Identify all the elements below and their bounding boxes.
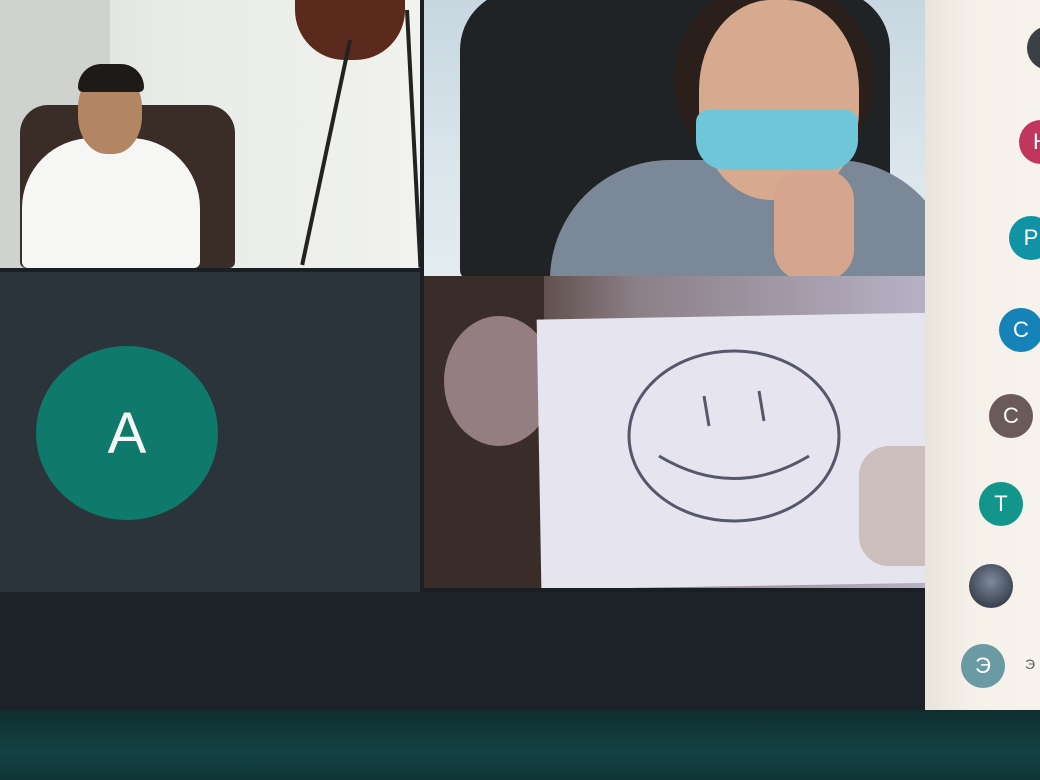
floor-lamp-leg-left <box>300 39 352 266</box>
participant-avatar-4[interactable]: C <box>999 308 1040 352</box>
participant-avatar-2[interactable]: H <box>1019 120 1040 164</box>
bottom-dark-area <box>0 592 930 710</box>
participant-avatar-3[interactable]: P <box>1009 216 1040 260</box>
participant-avatar-7-photo[interactable] <box>969 564 1013 608</box>
participants-sidebar[interactable]: H P C C T Э Э <box>925 0 1040 710</box>
participant-avatar-8[interactable]: Э <box>961 644 1005 688</box>
participant-name-truncated: Э <box>1025 656 1036 672</box>
person-hair <box>78 64 144 92</box>
smiley-drawing <box>627 349 841 523</box>
participant-avatar: A <box>36 346 218 520</box>
video-tile-participant-4[interactable] <box>424 276 958 588</box>
video-tile-participant-3[interactable]: A <box>0 272 420 592</box>
floor-lamp-shade <box>295 0 405 60</box>
participant-avatar-5[interactable]: C <box>989 394 1033 438</box>
monitor-bezel <box>0 710 1040 780</box>
hand <box>774 170 854 280</box>
participant-avatar-6[interactable]: T <box>979 482 1023 526</box>
video-tile-participant-1[interactable] <box>0 0 420 268</box>
floor-lamp-leg-right <box>405 9 420 268</box>
participant-avatar-1[interactable] <box>1027 26 1040 70</box>
person-face <box>699 0 859 200</box>
person-shirt <box>22 138 200 268</box>
video-tile-participant-2[interactable] <box>424 0 976 280</box>
avatar-letter: A <box>107 400 147 466</box>
face-mask <box>696 110 858 170</box>
